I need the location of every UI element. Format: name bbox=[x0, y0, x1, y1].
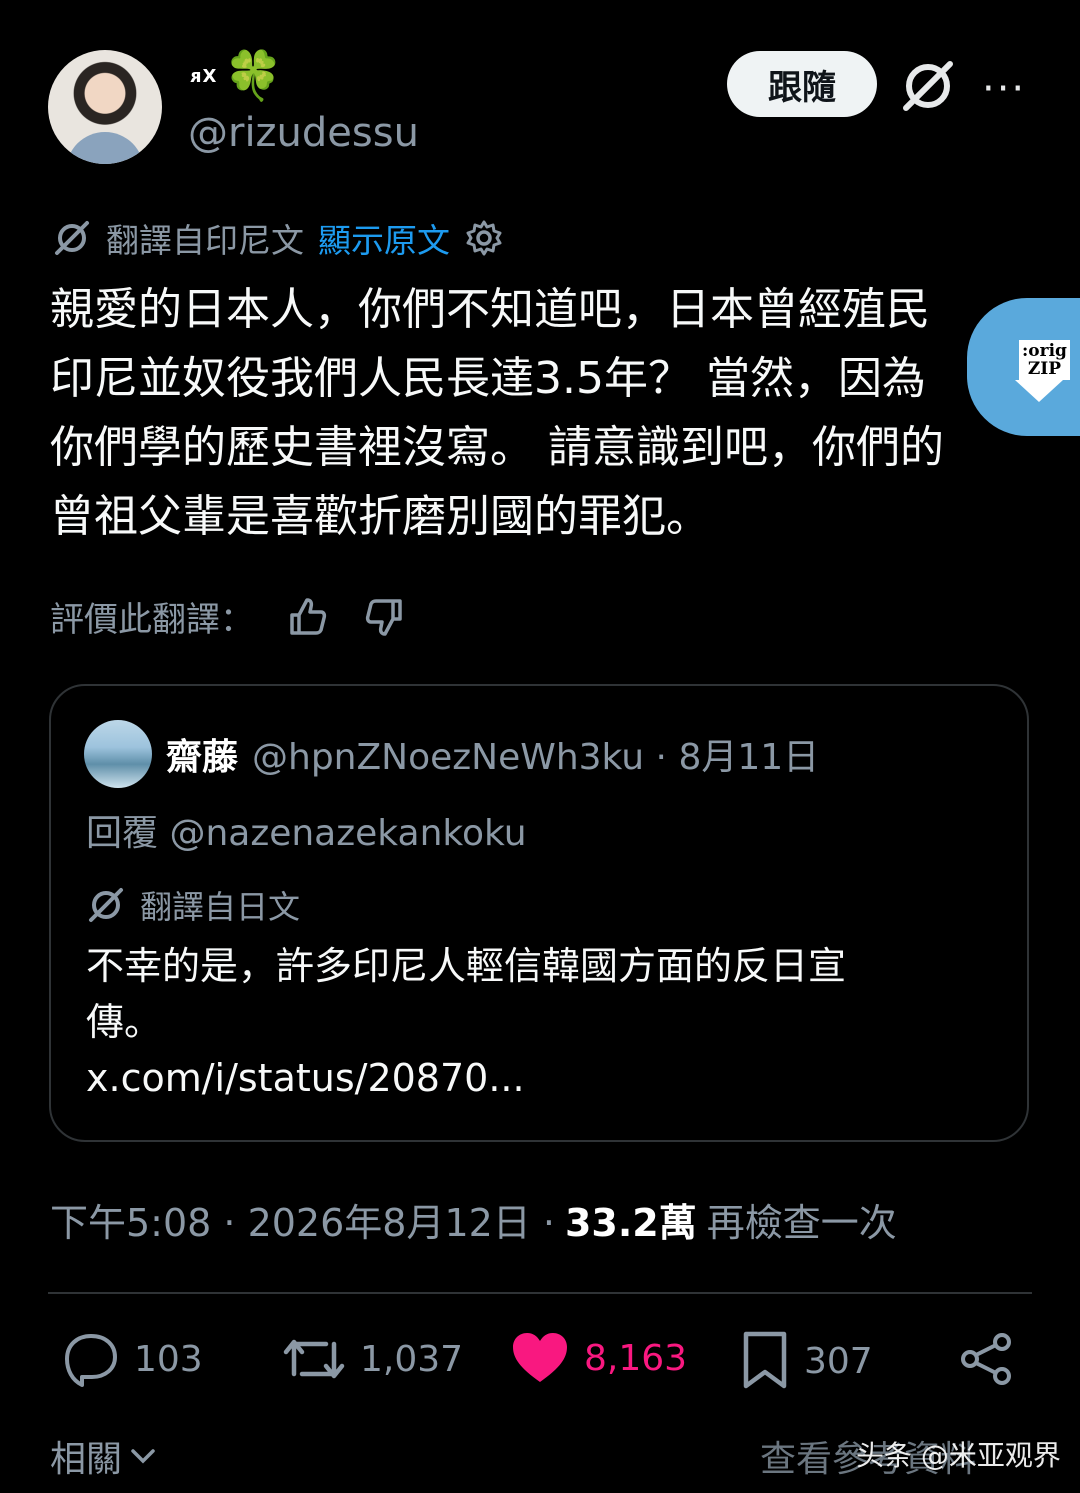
reply-button[interactable]: 103 bbox=[62, 1330, 203, 1388]
bookmark-button[interactable]: 307 bbox=[740, 1330, 873, 1392]
quoted-tweet-header: 齋藤 @hpnZNoezNeWh3ku · 8月11日 bbox=[166, 728, 819, 780]
bookmark-icon bbox=[740, 1330, 790, 1392]
quoted-text-line: 傳。 bbox=[86, 1000, 163, 1044]
quoted-author-handle-date: @hpnZNoezNeWh3ku · 8月11日 bbox=[252, 737, 820, 778]
tweet-meta-row: 下午5:08 · 2026年8月12日 · 33.2萬 再檢查一次 bbox=[50, 1192, 897, 1247]
translation-row: 翻譯自印尼文 顯示原文 bbox=[52, 214, 504, 262]
show-original-link[interactable]: 顯示原文 bbox=[318, 214, 450, 262]
divider bbox=[48, 1292, 1032, 1294]
orig-zip-badge[interactable]: :orig ZIP bbox=[967, 298, 1080, 436]
quoted-translation-row: 翻譯自日文 bbox=[86, 882, 300, 928]
thumbs-down-icon[interactable] bbox=[362, 595, 406, 639]
reply-count: 103 bbox=[134, 1338, 203, 1380]
clover-emoji: 🍀 bbox=[223, 48, 284, 104]
quoted-author-name: 齋藤 bbox=[166, 737, 239, 778]
quoted-reply-to: 回覆 @nazenazekankoku bbox=[86, 813, 527, 854]
translate-icon bbox=[86, 885, 126, 925]
display-name-text: ᴙX bbox=[190, 65, 218, 87]
author-handle[interactable]: @rizudessu bbox=[188, 110, 419, 156]
heart-icon bbox=[510, 1330, 570, 1386]
thumbs-up-icon[interactable] bbox=[286, 595, 330, 639]
related-label: 相關 bbox=[50, 1439, 123, 1480]
author-display-name[interactable]: ᴙX 🍀 bbox=[190, 52, 283, 100]
like-count: 8,163 bbox=[584, 1337, 688, 1379]
retweet-button[interactable]: 1,037 bbox=[282, 1330, 463, 1388]
view-count: 33.2萬 bbox=[564, 1201, 697, 1245]
quoted-author-avatar[interactable] bbox=[84, 720, 152, 788]
rate-translation-row: 評價此翻譯： bbox=[50, 592, 406, 641]
author-avatar[interactable] bbox=[48, 50, 162, 164]
reply-icon bbox=[62, 1330, 120, 1388]
recheck-label[interactable]: 再檢查一次 bbox=[707, 1192, 897, 1247]
download-arrow-icon bbox=[1015, 380, 1063, 402]
share-icon bbox=[958, 1330, 1016, 1388]
quoted-tweet-text: 不幸的是，許多印尼人輕信韓國方面的反日宣 傳。 x.com/i/status/2… bbox=[86, 938, 966, 1106]
more-options-icon[interactable]: ··· bbox=[982, 66, 1026, 112]
quoted-link[interactable]: x.com/i/status/20870... bbox=[86, 1050, 966, 1106]
translated-from-label: 翻譯自印尼文 bbox=[106, 221, 304, 260]
gear-icon[interactable] bbox=[464, 218, 504, 258]
source-watermark: 头条 @米亚观界 bbox=[856, 1439, 1061, 1472]
related-dropdown[interactable]: 相關 bbox=[50, 1430, 158, 1482]
tweet-timestamp[interactable]: 下午5:08 · 2026年8月12日 · bbox=[50, 1192, 555, 1247]
like-button[interactable]: 8,163 bbox=[510, 1330, 687, 1386]
tweet-text: 親愛的日本人，你們不知道吧，日本曾經殖民 印尼並奴役我們人民長達3.5年？ 當然… bbox=[50, 284, 944, 542]
retweet-icon bbox=[282, 1330, 346, 1388]
zip-badge-label: :orig ZIP bbox=[1019, 340, 1070, 380]
quoted-translated-from: 翻譯自日文 bbox=[140, 888, 301, 926]
bookmark-count: 307 bbox=[804, 1340, 873, 1382]
avatar-shoulder bbox=[66, 132, 144, 164]
quoted-text-line: 不幸的是，許多印尼人輕信韓國方面的反日宣 bbox=[86, 944, 847, 988]
retweet-count: 1,037 bbox=[360, 1338, 464, 1380]
follow-button[interactable]: 跟隨 bbox=[727, 51, 877, 117]
grok-icon[interactable] bbox=[898, 56, 958, 116]
translate-icon bbox=[52, 218, 92, 258]
share-button[interactable] bbox=[958, 1330, 1016, 1388]
chevron-down-icon bbox=[128, 1441, 158, 1471]
rate-translation-label: 評價此翻譯： bbox=[50, 600, 254, 640]
